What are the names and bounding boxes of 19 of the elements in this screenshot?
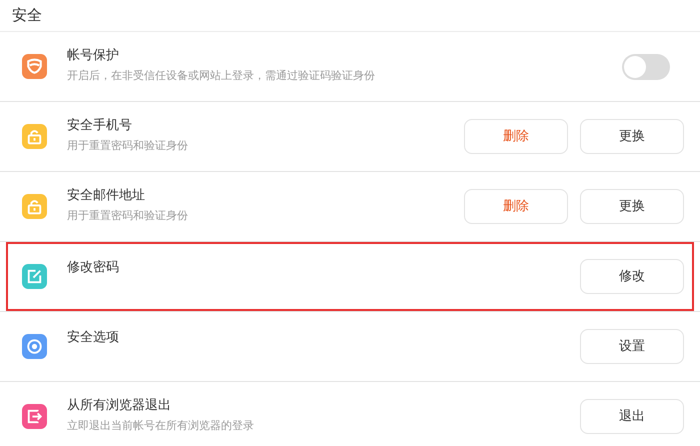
action-button[interactable]: 更换 [580, 119, 684, 154]
item-title: 从所有浏览器退出 [67, 397, 172, 415]
action-button[interactable]: 设置 [580, 329, 684, 364]
action-button[interactable]: 退出 [580, 399, 684, 434]
item-description: 用于重置密码和验证身份 [67, 208, 189, 224]
item-title: 帐号保护 [67, 47, 120, 65]
toggle-switch[interactable] [622, 54, 670, 80]
item-description: 开启后，在非受信任设备或网站上登录，需通过验证码验证身份 [67, 68, 376, 84]
action-button[interactable]: 修改 [580, 259, 684, 294]
section-title: 安全 [12, 5, 42, 26]
delete-button[interactable]: 删除 [464, 119, 568, 154]
item-title: 安全手机号 [67, 117, 133, 135]
delete-button[interactable]: 删除 [464, 189, 568, 224]
item-description: 用于重置密码和验证身份 [67, 138, 189, 154]
item-title: 安全选项 [67, 329, 120, 347]
item-title: 安全邮件地址 [67, 187, 146, 205]
item-description: 立即退出当前帐号在所有浏览器的登录 [67, 418, 255, 434]
action-button[interactable]: 更换 [580, 189, 684, 224]
item-title: 修改密码 [67, 259, 120, 277]
